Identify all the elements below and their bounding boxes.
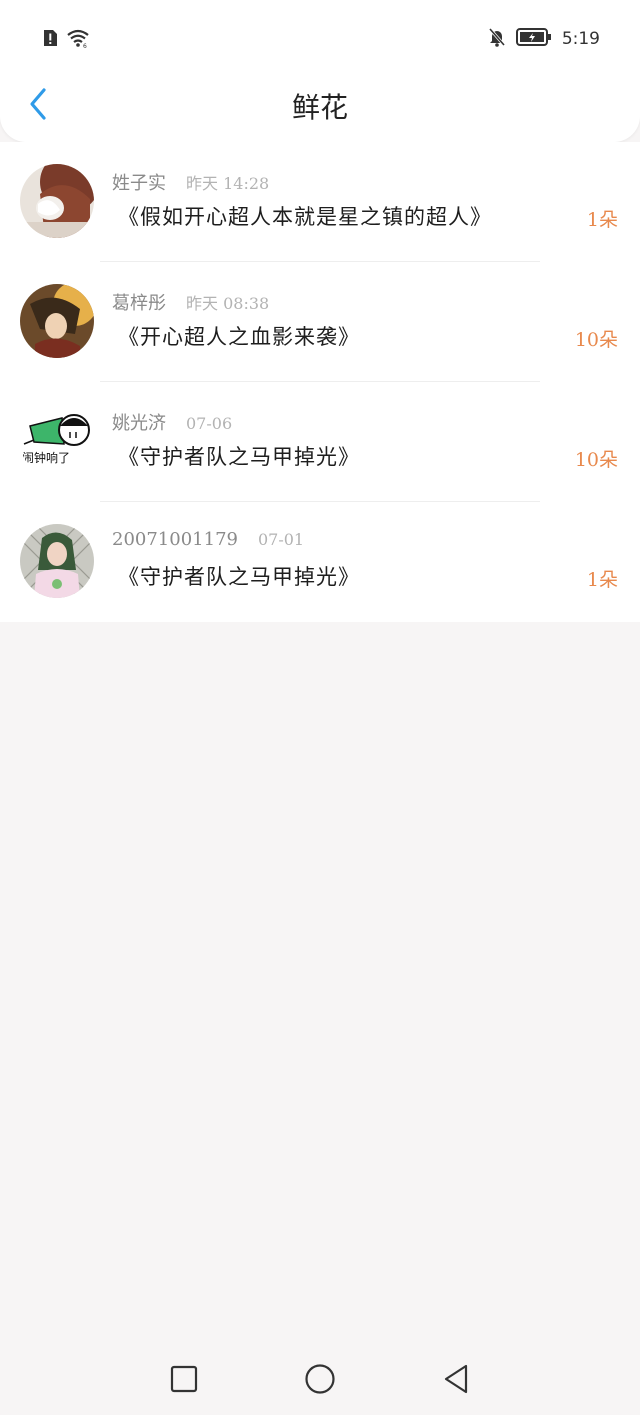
alert-sim-icon bbox=[42, 29, 58, 51]
battery-charging-icon bbox=[515, 27, 552, 51]
book-title: 《守护者队之马甲掉光》 bbox=[118, 565, 360, 589]
book-title: 《开心超人之血影来袭》 bbox=[118, 325, 360, 349]
list-item[interactable]: 20071001179 07-01 《守护者队之马甲掉光》 1朵 bbox=[0, 502, 640, 622]
status-left: 6 bbox=[42, 28, 90, 52]
back-icon bbox=[442, 1363, 470, 1399]
system-nav-bar bbox=[0, 1347, 640, 1415]
clock: 5:19 bbox=[561, 29, 600, 49]
sender-name: 姚光济 bbox=[112, 413, 166, 434]
bell-off-icon bbox=[488, 27, 506, 51]
wifi-icon: 6 bbox=[66, 28, 90, 52]
system-back-button[interactable] bbox=[436, 1361, 476, 1401]
send-time: 昨天 08:38 bbox=[186, 294, 270, 313]
sender-name: 姓子实 bbox=[112, 173, 166, 194]
svg-text:6: 6 bbox=[83, 43, 87, 48]
book-title: 《守护者队之马甲掉光》 bbox=[118, 445, 360, 469]
flower-list: 姓子实 昨天 14:28 《假如开心超人本就是星之镇的超人》 1朵 葛梓彤 昨天 bbox=[0, 142, 640, 622]
list-item[interactable]: 姓子实 昨天 14:28 《假如开心超人本就是星之镇的超人》 1朵 bbox=[0, 142, 640, 262]
flower-count: 1朵 bbox=[586, 569, 618, 591]
app-header: 6 5:19 鲜花 bbox=[0, 0, 640, 142]
avatar-caption: 闹钟响了 bbox=[22, 451, 71, 465]
home-icon bbox=[304, 1363, 336, 1399]
sender-name: 20071001179 bbox=[112, 529, 238, 550]
sender-name: 葛梓彤 bbox=[112, 293, 166, 314]
flower-count: 1朵 bbox=[586, 209, 618, 231]
send-time: 07-06 bbox=[186, 414, 233, 433]
flower-count: 10朵 bbox=[574, 449, 618, 471]
item-meta: 姓子实 昨天 14:28 bbox=[112, 169, 269, 195]
send-time: 07-01 bbox=[257, 530, 305, 549]
status-right: 5:19 bbox=[488, 27, 600, 51]
recent-apps-button[interactable] bbox=[164, 1361, 204, 1401]
list-item[interactable]: 闹钟响了 姚光济 07-06 《守护者队之马甲掉光》 10朵 bbox=[0, 382, 640, 502]
page-title: 鲜花 bbox=[291, 91, 348, 124]
recent-apps-icon bbox=[170, 1365, 198, 1397]
book-title: 《假如开心超人本就是星之镇的超人》 bbox=[118, 205, 492, 229]
avatar: 闹钟响了 bbox=[20, 404, 94, 478]
screen: 6 5:19 鲜花 姓子实 昨天 14:28 《假如开心超人本就是星之镇的超人》… bbox=[0, 0, 640, 1415]
item-meta: 葛梓彤 昨天 08:38 bbox=[112, 289, 269, 315]
home-button[interactable] bbox=[300, 1361, 340, 1401]
flower-count: 10朵 bbox=[574, 329, 618, 351]
avatar bbox=[20, 164, 94, 238]
avatar bbox=[20, 284, 94, 358]
send-time: 昨天 14:28 bbox=[186, 174, 270, 193]
item-meta: 姚光济 07-06 bbox=[112, 409, 232, 435]
item-meta: 20071001179 07-01 bbox=[112, 529, 304, 550]
list-item[interactable]: 葛梓彤 昨天 08:38 《开心超人之血影来袭》 10朵 bbox=[0, 262, 640, 382]
avatar bbox=[20, 524, 94, 598]
